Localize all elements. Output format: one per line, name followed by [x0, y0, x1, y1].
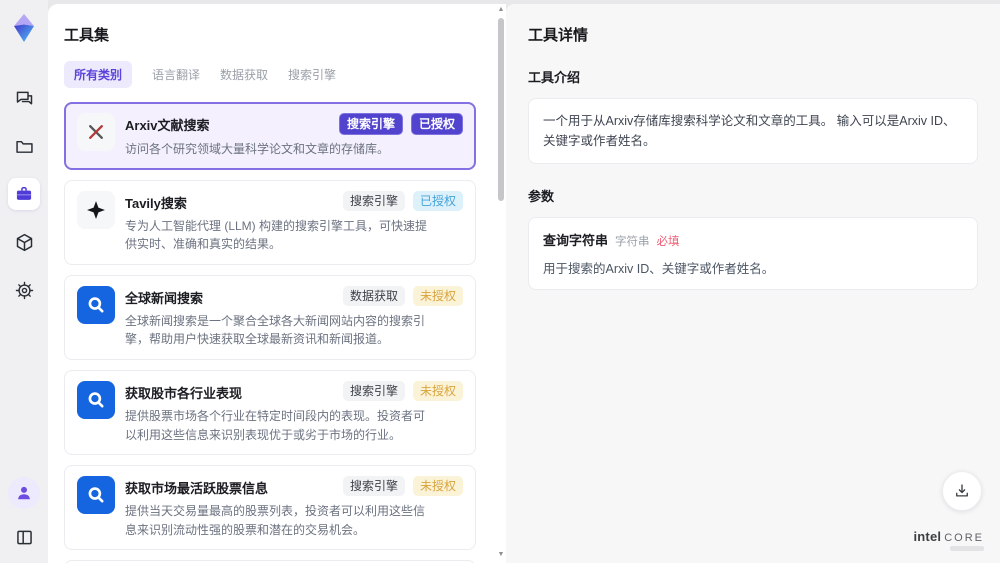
tool-card[interactable]: 获取市场最活跃股票信息 搜索引擎 未授权 提供当天交易量最高的股票列表，投资者可… — [64, 465, 476, 551]
tool-detail-pane: 工具详情 工具介绍 一个用于从Arxiv存储库搜索科学论文和文章的工具。 输入可… — [506, 4, 1000, 563]
tool-name: 全球新闻搜索 — [125, 290, 204, 306]
tool-status-badge: 已授权 — [410, 113, 463, 135]
tool-card[interactable]: 全球新闻搜索 数据获取 未授权 全球新闻搜索是一个聚合全球各大新闻网站内容的搜索… — [64, 274, 476, 360]
brand-intel-text: intel — [913, 529, 942, 544]
param-name: 查询字符串 — [543, 233, 609, 248]
scrollbar-thumb[interactable] — [498, 18, 504, 201]
rail-nav — [8, 82, 40, 306]
main-area: 工具集 所有类别 语言翻译 数据获取 搜索引擎 Arxiv文献搜索 搜索引擎 已授权 … — [48, 4, 1000, 563]
param-type: 字符串 — [615, 236, 650, 248]
search-blue-icon — [77, 285, 115, 324]
tool-status-badge: 未授权 — [412, 476, 463, 497]
detail-title: 工具详情 — [528, 27, 589, 44]
tool-list-pane: 工具集 所有类别 语言翻译 数据获取 搜索引擎 Arxiv文献搜索 搜索引擎 已授权 … — [48, 4, 506, 563]
panel-toggle-icon[interactable] — [8, 521, 40, 553]
settings-gear-icon[interactable] — [8, 274, 40, 306]
cube-icon[interactable] — [8, 226, 40, 258]
intro-text: 一个用于从Arxiv存储库搜索科学论文和文章的工具。 输入可以是Arxiv ID… — [543, 114, 956, 148]
page-title: 工具集 — [64, 27, 110, 44]
params-card: 查询字符串 字符串 必填 用于搜索的Arxiv ID、关键字或作者姓名。 — [528, 217, 978, 290]
brand-core-text: core — [944, 532, 984, 544]
tool-list: Arxiv文献搜索 搜索引擎 已授权 访问各个研究领域大量科学论文和文章的存储库… — [64, 102, 476, 563]
tool-description: 访问各个研究领域大量科学论文和文章的存储库。 — [125, 142, 390, 156]
user-profile-icon[interactable] — [8, 477, 40, 509]
scrollbar[interactable]: ▲ ▼ — [496, 4, 506, 561]
tavily-icon — [77, 190, 115, 229]
param-required-badge: 必填 — [656, 236, 680, 248]
toolbox-icon[interactable] — [8, 178, 40, 210]
category-tab-3[interactable]: 搜索引擎 — [288, 61, 336, 88]
param-list: 查询字符串 字符串 必填 用于搜索的Arxiv ID、关键字或作者姓名。 — [543, 230, 963, 277]
tool-name: Tavily搜索 — [125, 195, 187, 211]
tool-category-badge: 数据获取 — [342, 285, 405, 306]
category-tabs: 所有类别 语言翻译 数据获取 搜索引擎 — [64, 61, 490, 88]
left-rail — [0, 0, 48, 563]
scroll-up-arrow[interactable]: ▲ — [497, 6, 505, 14]
tool-category-badge: 搜索引擎 — [342, 476, 405, 497]
scroll-down-arrow[interactable]: ▼ — [497, 551, 505, 559]
app-logo-icon[interactable] — [7, 8, 41, 48]
tool-status-badge: 未授权 — [412, 285, 463, 306]
tool-category-badge: 搜索引擎 — [342, 380, 405, 401]
category-tab-1[interactable]: 语言翻译 — [152, 61, 200, 88]
brand-subtext — [950, 546, 984, 551]
download-button[interactable] — [942, 471, 982, 511]
tool-category-badge: 搜索引擎 — [342, 190, 405, 211]
app-window: 工具集 所有类别 语言翻译 数据获取 搜索引擎 Arxiv文献搜索 搜索引擎 已授权 … — [0, 0, 1000, 563]
param-item: 查询字符串 字符串 必填 用于搜索的Arxiv ID、关键字或作者姓名。 — [543, 230, 963, 277]
arxiv-icon — [77, 113, 115, 151]
intel-core-logo: intel core — [913, 529, 984, 551]
tool-description: 提供股票市场各个行业在特定时间段内的表现。投资者可以利用这些信息来识别表现优于或… — [125, 408, 426, 442]
rail-bottom — [8, 477, 40, 553]
folder-icon[interactable] — [8, 130, 40, 162]
tool-description: 专为人工智能代理 (LLM) 构建的搜索引擎工具，可快速提供实时、准确和真实的结… — [125, 218, 428, 252]
tool-card[interactable]: Arxiv文献搜索 搜索引擎 已授权 访问各个研究领域大量科学论文和文章的存储库… — [64, 102, 476, 170]
tool-name: 获取市场最活跃股票信息 — [125, 481, 269, 497]
tool-category-badge: 搜索引擎 — [338, 113, 403, 135]
tool-description: 全球新闻搜索是一个聚合全球各大新闻网站内容的搜索引擎，帮助用户快速获取全球最新资… — [125, 313, 426, 347]
tool-status-badge: 未授权 — [412, 380, 463, 401]
tool-name: Arxiv文献搜索 — [125, 118, 210, 133]
chat-icon[interactable] — [8, 82, 40, 114]
tool-scroll-area: Arxiv文献搜索 搜索引擎 已授权 访问各个研究领域大量科学论文和文章的存储库… — [64, 102, 490, 563]
param-description: 用于搜索的Arxiv ID、关键字或作者姓名。 — [543, 262, 775, 276]
tool-status-badge: 已授权 — [412, 190, 463, 211]
params-heading: 参数 — [528, 189, 555, 204]
intro-heading: 工具介绍 — [528, 70, 581, 85]
search-blue-icon — [77, 476, 115, 515]
tool-card[interactable]: Tavily搜索 搜索引擎 已授权 专为人工智能代理 (LLM) 构建的搜索引擎… — [64, 179, 476, 265]
tool-card[interactable]: 获取股市各行业表现 搜索引擎 未授权 提供股票市场各个行业在特定时间段内的表现。… — [64, 369, 476, 456]
category-tab-0[interactable]: 所有类别 — [64, 61, 133, 88]
tool-name: 获取股市各行业表现 — [125, 385, 243, 401]
intro-card: 一个用于从Arxiv存储库搜索科学论文和文章的工具。 输入可以是Arxiv ID… — [528, 98, 978, 164]
category-tab-2[interactable]: 数据获取 — [220, 61, 268, 88]
search-blue-icon — [77, 380, 115, 419]
tool-description: 提供当天交易量最高的股票列表，投资者可以利用这些信息来识别流动性强的股票和潜在的… — [125, 504, 426, 537]
